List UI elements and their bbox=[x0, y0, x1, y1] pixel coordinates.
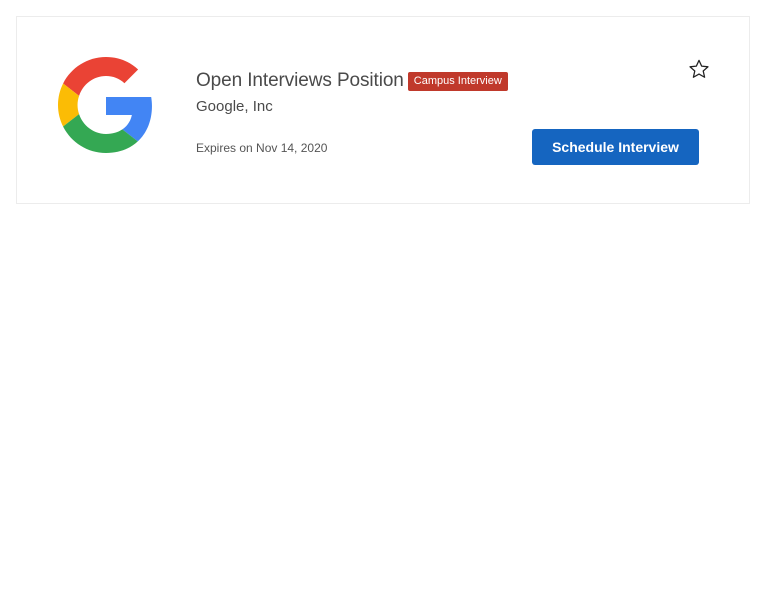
title-row: Open Interviews Position Campus Intervie… bbox=[196, 70, 508, 92]
job-title[interactable]: Open Interviews Position bbox=[196, 70, 404, 92]
favorite-star-icon[interactable] bbox=[688, 58, 710, 80]
campus-interview-badge: Campus Interview bbox=[407, 71, 508, 91]
google-logo-icon bbox=[58, 57, 154, 153]
job-card: Open Interviews Position Campus Intervie… bbox=[16, 16, 750, 204]
schedule-interview-button[interactable]: Schedule Interview bbox=[532, 129, 699, 165]
expiration-date: Expires on Nov 14, 2020 bbox=[196, 141, 328, 155]
company-name: Google, Inc bbox=[196, 98, 273, 115]
